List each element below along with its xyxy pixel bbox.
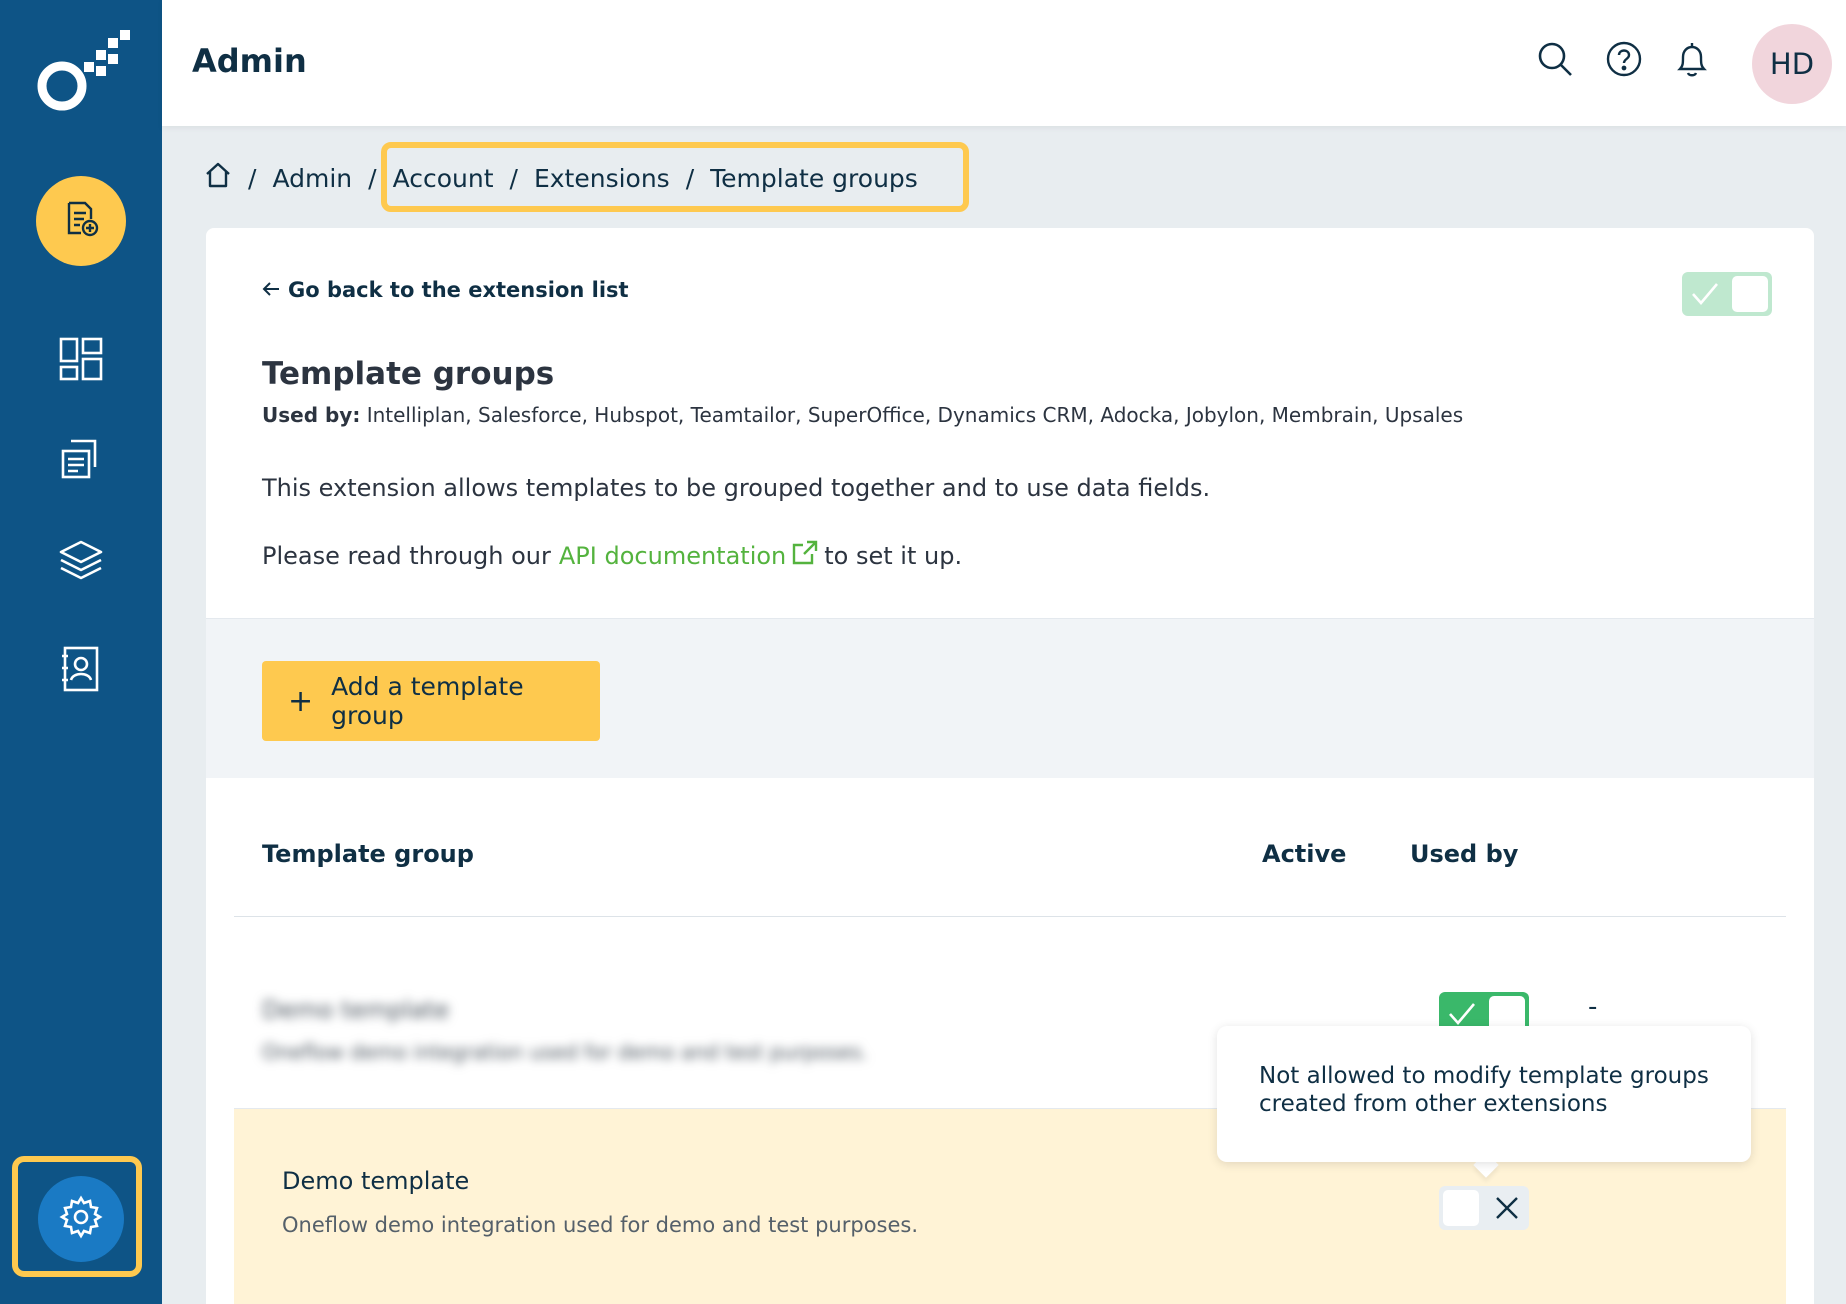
back-link-label: Go back to the extension list	[288, 278, 629, 302]
home-icon[interactable]	[204, 161, 232, 195]
sidebar-item-templates[interactable]	[50, 532, 112, 594]
dashboard-icon	[59, 337, 103, 385]
user-avatar[interactable]: HD	[1752, 24, 1832, 104]
extension-used-by: Used by: Intelliplan, Salesforce, Hubspo…	[262, 403, 1463, 427]
breadcrumb-separator: /	[368, 163, 377, 193]
page-title: Admin	[192, 42, 307, 80]
doc-text-before: Please read through our	[262, 542, 551, 570]
sidebar	[0, 0, 162, 1304]
sidebar-item-dashboard[interactable]	[50, 330, 112, 392]
breadcrumb-separator: /	[509, 163, 518, 193]
help-button[interactable]	[1603, 40, 1645, 82]
create-document-button[interactable]	[36, 176, 126, 266]
bell-icon	[1674, 39, 1710, 83]
add-template-group-button[interactable]: + Add a template group	[262, 661, 600, 741]
plus-icon: +	[288, 683, 314, 719]
add-template-group-label: Add a template group	[331, 672, 524, 730]
external-link-icon[interactable]	[792, 540, 818, 572]
doc-text-after: to set it up.	[824, 542, 963, 570]
used-by-value: Intelliplan, Salesforce, Hubspot, Teamta…	[366, 403, 1464, 427]
actions-band: + Add a template group	[206, 618, 1814, 778]
documentation-line: Please read through our API documentatio…	[262, 540, 962, 572]
column-header-used-by: Used by	[1410, 840, 1519, 868]
api-documentation-link[interactable]: API documentation	[559, 542, 786, 570]
tooltip: Not allowed to modify template groups cr…	[1217, 1026, 1751, 1162]
close-icon	[1495, 1196, 1519, 1224]
row-active-toggle-disabled[interactable]	[1439, 1186, 1529, 1230]
toggle-knob	[1732, 276, 1768, 312]
top-header: Admin HD	[162, 0, 1846, 126]
oneflow-logo-icon[interactable]	[32, 26, 132, 122]
breadcrumb-account[interactable]: Account	[393, 164, 494, 193]
sidebar-item-contacts[interactable]	[50, 640, 112, 702]
column-header-template-group: Template group	[262, 840, 474, 868]
documents-icon	[59, 437, 103, 485]
settings-button[interactable]	[38, 1176, 124, 1262]
extension-card: Go back to the extension list Template g…	[206, 228, 1814, 1304]
sidebar-item-documents[interactable]	[50, 430, 112, 492]
column-header-active: Active	[1262, 840, 1347, 868]
breadcrumb-admin[interactable]: Admin	[272, 164, 352, 193]
row-used-by: -	[1588, 992, 1598, 1022]
address-book-icon	[61, 646, 101, 696]
breadcrumb-extensions[interactable]: Extensions	[534, 164, 670, 193]
row-name: Demo template	[282, 1167, 470, 1195]
breadcrumb-separator: /	[248, 163, 257, 193]
extension-description: This extension allows templates to be gr…	[262, 474, 1211, 502]
help-icon	[1605, 40, 1643, 82]
header-divider	[234, 916, 1786, 917]
toggle-knob	[1443, 1190, 1479, 1226]
breadcrumb-separator: /	[685, 163, 695, 193]
extension-title: Template groups	[262, 356, 555, 392]
breadcrumb: / Admin / Account / Extensions / Templat…	[204, 158, 918, 198]
document-add-icon	[61, 199, 101, 243]
row-name: Demo template	[262, 996, 450, 1024]
breadcrumb-template-groups: Template groups	[710, 163, 918, 193]
checkmark-icon	[1690, 280, 1720, 312]
used-by-label: Used by:	[262, 403, 361, 427]
arrow-left-icon	[262, 278, 280, 302]
row-description: Oneflow demo integration used for demo a…	[262, 1040, 868, 1064]
layers-icon	[58, 539, 104, 587]
search-icon	[1536, 40, 1574, 82]
notifications-button[interactable]	[1671, 40, 1713, 82]
back-to-extensions-link[interactable]: Go back to the extension list	[262, 278, 629, 302]
row-description: Oneflow demo integration used for demo a…	[282, 1213, 919, 1237]
extension-enabled-toggle[interactable]	[1682, 272, 1772, 316]
search-button[interactable]	[1534, 40, 1576, 82]
gear-icon	[59, 1195, 103, 1243]
